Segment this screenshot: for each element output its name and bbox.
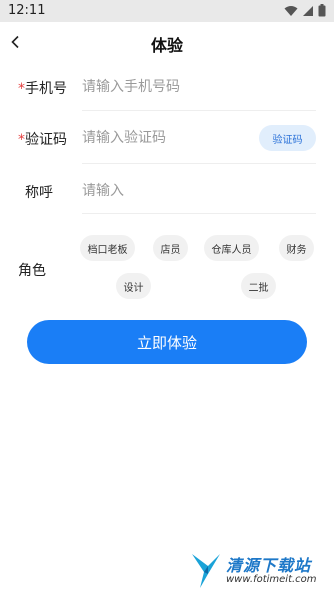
divider [82,163,316,164]
wifi-icon [284,5,298,16]
role-chip-clerk[interactable]: 店员 [153,235,188,261]
role-chip-warehouse[interactable]: 仓库人员 [204,235,259,261]
role-chip-wholesale[interactable]: 二批 [241,273,276,299]
phone-label-text: 手机号 [25,81,67,97]
code-label: *验证码 [18,129,67,149]
phone-label: *手机号 [18,78,67,98]
required-mark: * [18,132,25,148]
status-time: 12:11 [8,3,46,18]
phone-input[interactable] [82,76,252,98]
watermark: 清源下载站 www.fotimeit.com [190,548,330,593]
page-title: 体验 [150,36,183,55]
status-icons [284,4,326,17]
watermark-text: 清源下载站 [226,556,312,575]
required-mark: * [18,81,25,97]
signal-icon [303,5,313,16]
divider [82,213,316,214]
role-chip-finance[interactable]: 财务 [279,235,314,261]
status-bar: 12:11 [0,0,334,22]
code-input[interactable] [82,127,252,149]
role-label: 角色 [18,263,46,279]
divider [82,110,316,111]
submit-button[interactable]: 立即体验 [27,320,307,364]
get-code-button[interactable]: 验证码 [259,125,316,151]
role-chip-design[interactable]: 设计 [116,273,151,299]
nickname-row: 称呼 [0,165,334,215]
nickname-input[interactable] [82,180,252,202]
phone-row: *手机号 [0,64,334,112]
nickname-label: 称呼 [25,185,53,201]
battery-icon [318,4,326,17]
watermark-url: www.fotimeit.com [226,574,317,585]
watermark-logo-icon [192,554,220,588]
role-chip-stall-owner[interactable]: 档口老板 [80,235,135,261]
nav-bar: 体验 [0,22,334,64]
code-label-text: 验证码 [25,132,67,148]
